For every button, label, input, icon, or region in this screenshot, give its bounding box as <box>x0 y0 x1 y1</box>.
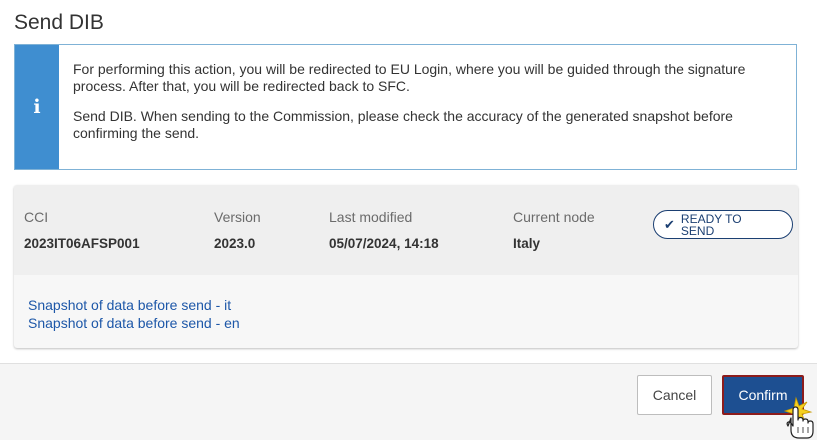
cci-value: 2023IT06AFSP001 <box>24 236 140 251</box>
info-message: i For performing this action, you will b… <box>14 44 797 170</box>
record-card: CCI 2023IT06AFSP001 Version 2023.0 Last … <box>14 185 798 348</box>
snapshot-link-it[interactable]: Snapshot of data before send - it <box>28 296 240 314</box>
modified-value: 05/07/2024, 14:18 <box>329 236 439 251</box>
info-redirect-text: For performing this action, you will be … <box>73 61 746 94</box>
info-send-text: Send DIB. When sending to the Commission… <box>73 108 733 141</box>
node-value: Italy <box>513 236 541 251</box>
status-badge: ✔ READY TO SEND <box>653 210 793 239</box>
snapshot-links: Snapshot of data before send - it Snapsh… <box>28 296 240 332</box>
dialog-title: Send DIB <box>14 11 104 34</box>
status-text: READY TO SEND <box>680 211 742 238</box>
cci-column: CCI 2023IT06AFSP001 <box>24 209 140 251</box>
record-summary: CCI 2023IT06AFSP001 Version 2023.0 Last … <box>14 185 798 275</box>
snapshot-link-en[interactable]: Snapshot of data before send - en <box>28 314 240 332</box>
info-icon: i <box>33 96 41 118</box>
version-label: Version <box>214 209 261 225</box>
hand-cursor-icon <box>783 396 814 439</box>
cci-label: CCI <box>24 209 49 225</box>
node-column: Current node Italy <box>513 209 595 251</box>
dialog-footer: Cancel Confirm <box>0 363 817 440</box>
check-icon: ✔ <box>664 216 675 232</box>
info-bar: i <box>15 45 59 169</box>
version-column: Version 2023.0 <box>214 209 261 251</box>
modified-column: Last modified 05/07/2024, 14:18 <box>329 209 439 251</box>
info-text: For performing this action, you will be … <box>59 45 796 169</box>
cancel-button[interactable]: Cancel <box>637 375 712 415</box>
modified-label: Last modified <box>329 209 413 225</box>
version-value: 2023.0 <box>214 236 256 251</box>
node-label: Current node <box>513 209 595 225</box>
